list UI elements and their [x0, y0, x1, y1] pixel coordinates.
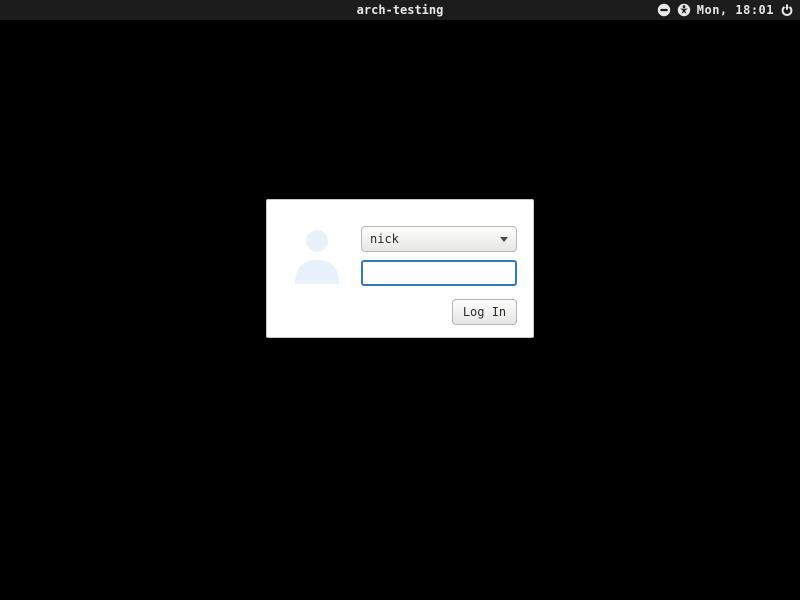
chevron-down-icon — [500, 237, 508, 242]
user-select[interactable]: nick — [361, 226, 517, 252]
hostname-label: arch-testing — [357, 3, 444, 17]
user-avatar-icon — [289, 224, 345, 286]
login-button[interactable]: Log In — [452, 299, 517, 325]
accessibility-icon[interactable] — [677, 3, 691, 17]
password-input[interactable] — [361, 260, 517, 286]
topbar-right-cluster: Mon, 18:01 — [657, 3, 794, 17]
power-icon[interactable] — [780, 3, 794, 17]
clock-label[interactable]: Mon, 18:01 — [697, 3, 774, 17]
status-indicator-icon[interactable] — [657, 3, 671, 17]
user-select-label: nick — [370, 232, 399, 246]
login-button-label: Log In — [463, 305, 506, 319]
login-dialog: nick Log In — [266, 199, 534, 338]
top-panel: arch-testing Mon, 18:01 — [0, 0, 800, 20]
